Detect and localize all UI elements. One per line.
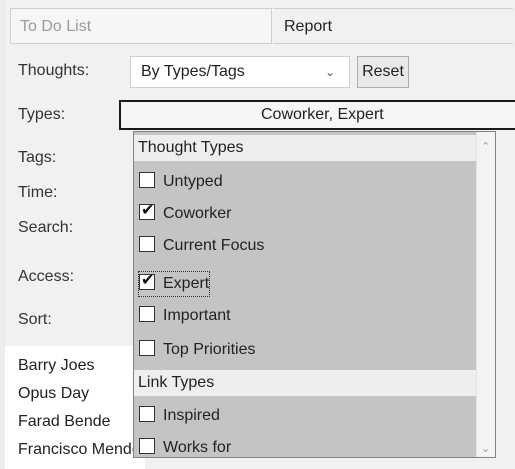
type-option-untyped[interactable]: Untyped bbox=[139, 170, 223, 194]
thought-types-header: Thought Types bbox=[134, 135, 477, 161]
tags-label: Tags: bbox=[18, 149, 57, 166]
type-option-current-focus[interactable]: Current Focus bbox=[139, 234, 264, 258]
type-option-top-priorities[interactable]: Top Priorities bbox=[139, 338, 255, 362]
time-label: Time: bbox=[18, 184, 58, 201]
search-label: Search: bbox=[18, 219, 74, 236]
checkbox[interactable] bbox=[139, 437, 155, 454]
types-label: Types: bbox=[18, 106, 66, 123]
types-dropdown[interactable]: Thought Types Untyped ✔ Coworker Current … bbox=[133, 131, 496, 458]
thoughts-label: Thoughts: bbox=[18, 62, 90, 79]
checkbox[interactable] bbox=[139, 339, 155, 356]
checkbox[interactable] bbox=[139, 405, 155, 422]
list-item[interactable]: Opus Day bbox=[18, 385, 89, 403]
list-item[interactable]: Farad Bende bbox=[18, 413, 111, 431]
tab-report[interactable]: Report bbox=[273, 8, 513, 44]
checkbox[interactable] bbox=[139, 305, 155, 322]
chevron-down-icon: ⌄ bbox=[324, 65, 335, 79]
type-option-expert[interactable]: ✔ Expert bbox=[137, 271, 211, 297]
check-icon: ✔ bbox=[141, 271, 155, 289]
type-option-coworker[interactable]: ✔ Coworker bbox=[139, 202, 231, 226]
link-option-inspired[interactable]: Inspired bbox=[139, 404, 220, 428]
type-option-important[interactable]: Important bbox=[139, 304, 231, 328]
thoughts-select[interactable]: By Types/Tags ⌄ bbox=[130, 56, 350, 88]
checkbox[interactable] bbox=[139, 171, 155, 188]
scroll-down-icon[interactable]: ⌄ bbox=[481, 442, 490, 455]
reset-button[interactable]: Reset bbox=[357, 56, 409, 88]
link-option-works-for[interactable]: Works for bbox=[139, 436, 231, 457]
list-item[interactable]: Barry Joes bbox=[18, 357, 94, 375]
types-combobox[interactable]: Coworker, Expert bbox=[119, 100, 515, 130]
checkbox-checked[interactable]: ✔ bbox=[139, 202, 155, 220]
scroll-up-icon[interactable]: ⌃ bbox=[481, 140, 490, 153]
types-value: Coworker, Expert bbox=[261, 106, 384, 123]
checkbox[interactable] bbox=[139, 235, 155, 252]
thoughts-select-value: By Types/Tags bbox=[141, 63, 245, 80]
link-types-header: Link Types bbox=[134, 370, 477, 396]
sort-label: Sort: bbox=[18, 311, 52, 328]
tab-to-do-list[interactable]: To Do List bbox=[10, 8, 272, 44]
access-label: Access: bbox=[18, 268, 75, 285]
list-item[interactable]: Francisco Mendez bbox=[18, 441, 149, 459]
checkbox-checked[interactable]: ✔ bbox=[139, 272, 155, 290]
dropdown-scrollbar[interactable]: ⌃ ⌄ bbox=[476, 132, 495, 457]
check-icon: ✔ bbox=[141, 201, 155, 219]
